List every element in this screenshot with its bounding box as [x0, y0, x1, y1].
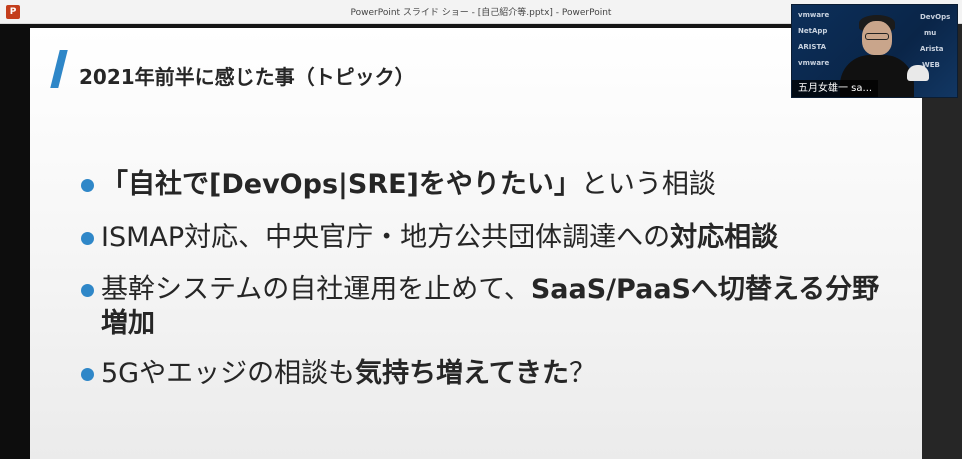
sponsor-logo: ARISTA [798, 43, 827, 51]
sponsor-logo: Arista [920, 45, 944, 53]
presenter-name-tag: 五月女雄一 sa... [792, 80, 879, 97]
bullet-item: 基幹システムの自社運用を止めて、SaaS/PaaSへ切替える分野増加 [81, 273, 901, 341]
title-accent-bar [50, 50, 68, 88]
bullet-text: 5Gやエッジの相談も [101, 358, 356, 389]
bullet-text-bold: 対応相談 [670, 222, 779, 253]
bullet-dot-icon [81, 368, 94, 381]
bullet-list: 「自社で[DevOps|SRE]をやりたい」という相談 ISMAP対応、中央官庁… [81, 168, 901, 391]
bullet-text: という相談 [580, 169, 716, 200]
window-title: PowerPoint スライド ショー - [自己紹介等.pptx] - Pow… [350, 8, 612, 18]
bullet-item: 5Gやエッジの相談も気持ち増えてきた？ [81, 357, 901, 391]
bullet-text: 基幹システムの自社運用を止めて、 [101, 274, 531, 305]
sponsor-logo: vmware [798, 59, 830, 67]
sponsor-logo: mu [924, 29, 937, 37]
bullet-text: ？ [568, 358, 596, 389]
left-strip [0, 24, 30, 459]
bullet-dot-icon [81, 179, 94, 192]
glasses-icon [865, 33, 889, 40]
bullet-dot-icon [81, 284, 94, 297]
sponsor-logo: vmware [798, 11, 830, 19]
sponsor-logo: NetApp [798, 27, 828, 35]
bullet-text: ISMAP対応、中央官庁・地方公共団体調達への [101, 222, 671, 253]
powerpoint-icon: P [6, 5, 20, 19]
bullet-dot-icon [81, 232, 94, 245]
slide[interactable]: 2021年前半に感じた事（トピック） 「自社で[DevOps|SRE]をやりたい… [30, 28, 922, 459]
microphone-icon [907, 65, 929, 81]
sponsor-logo: DevOps [920, 13, 951, 21]
bullet-item: ISMAP対応、中央官庁・地方公共団体調達への対応相談 [81, 221, 901, 255]
bullet-text-bold: 「自社で[DevOps|SRE]をやりたい」 [101, 169, 581, 200]
slide-title: 2021年前半に感じた事（トピック） [79, 65, 415, 89]
bullet-text-bold: 気持ち増えてきた [355, 358, 569, 389]
bullet-item: 「自社で[DevOps|SRE]をやりたい」という相談 [81, 168, 901, 202]
webcam-overlay[interactable]: vmware NetApp ARISTA vmware DevOps mu Ar… [791, 4, 958, 98]
